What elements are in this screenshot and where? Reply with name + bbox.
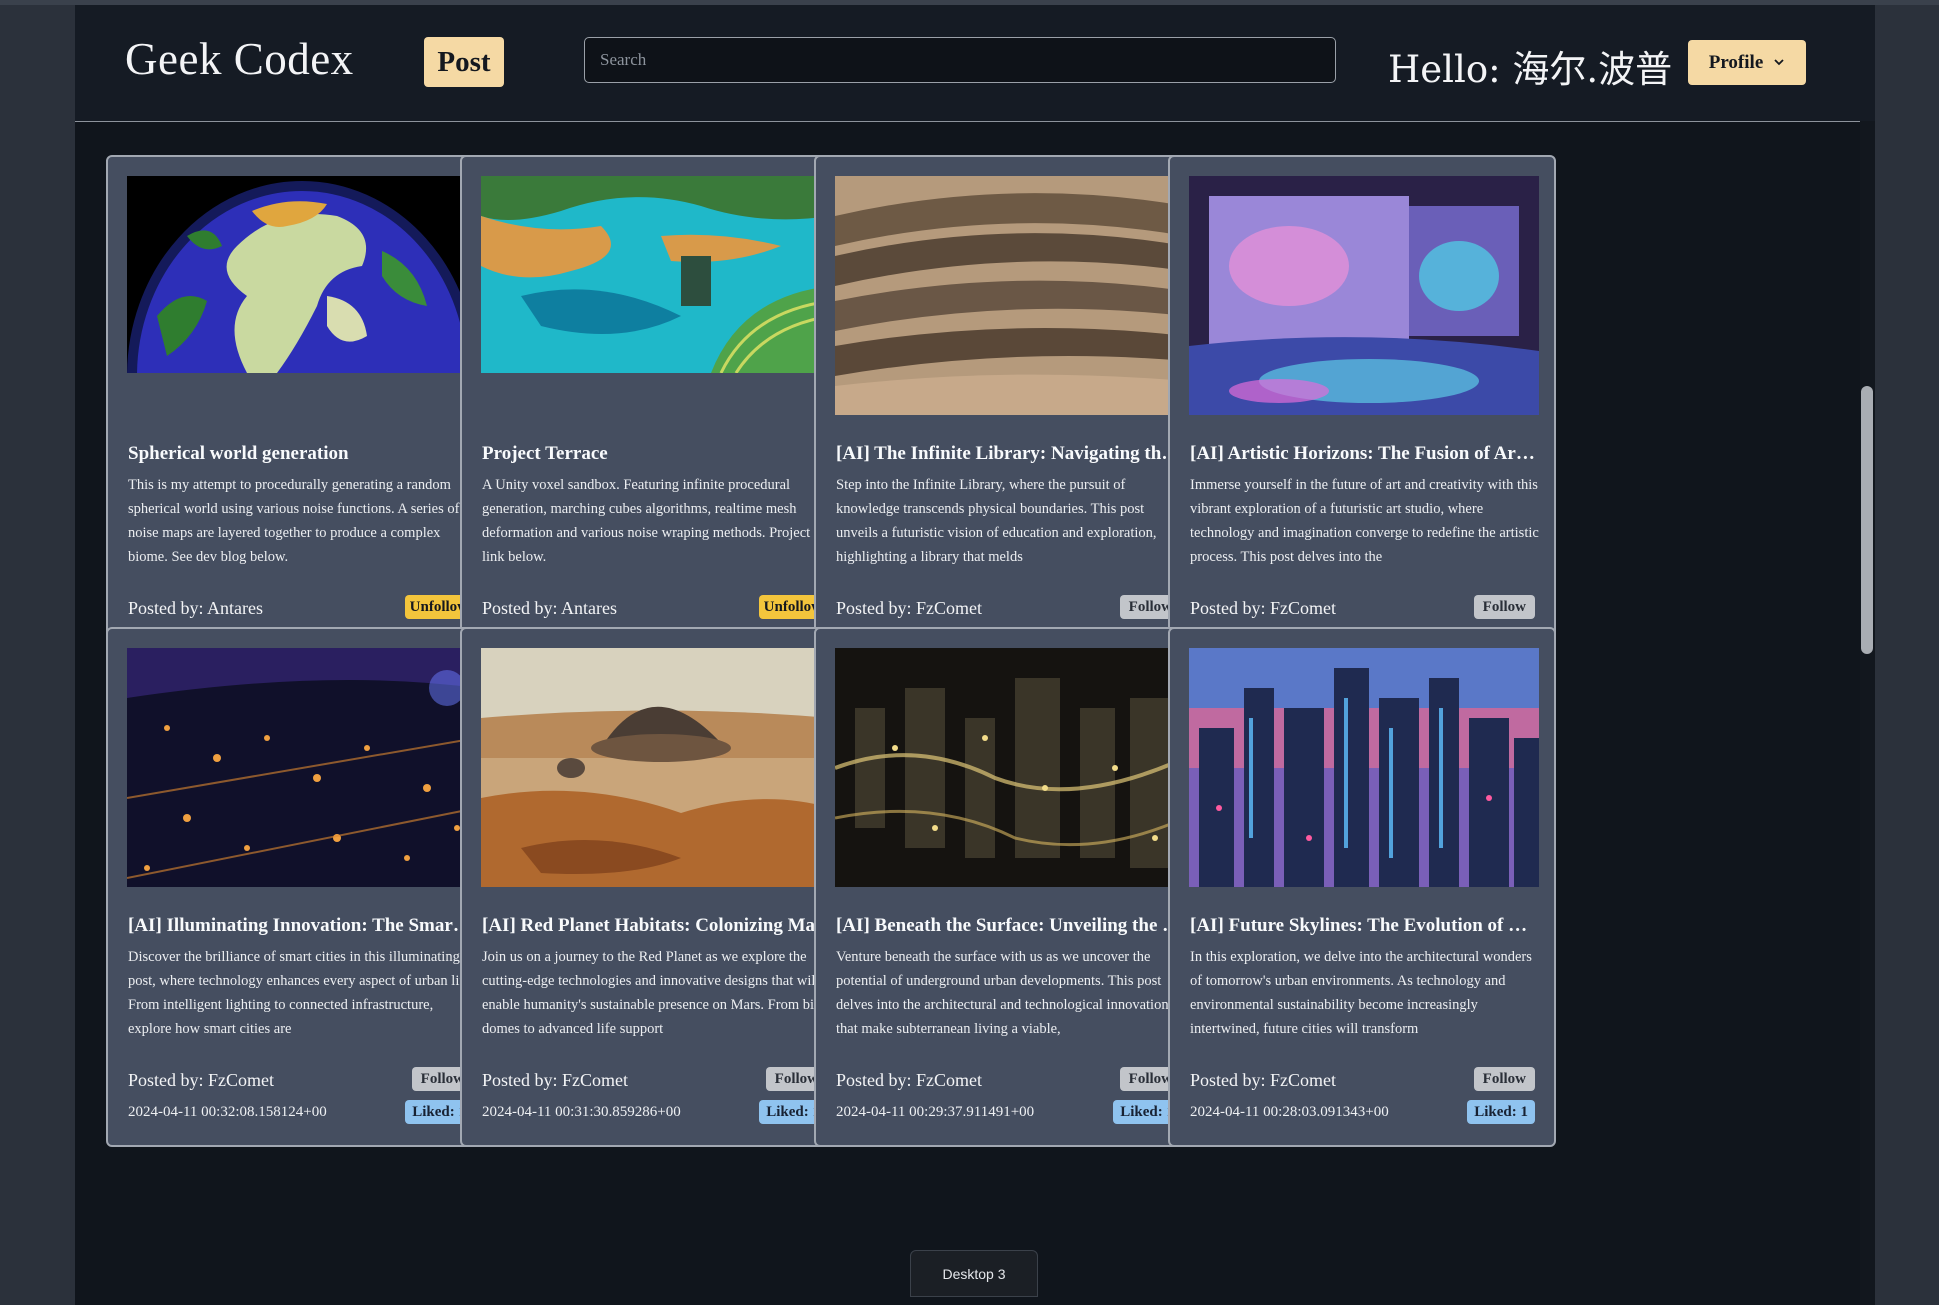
- post-description: Join us on a journey to the Red Planet a…: [482, 949, 827, 1037]
- profile-dropdown-button[interactable]: Profile: [1688, 40, 1806, 85]
- post-card[interactable]: [AI] The Infinite Library: Navigating th…: [814, 155, 1202, 675]
- planet-thumbnail[interactable]: [127, 176, 477, 373]
- post-card[interactable]: Spherical world generation This is my at…: [106, 155, 494, 675]
- underground-city-thumbnail[interactable]: [835, 648, 1185, 887]
- post-title[interactable]: [AI] Beneath the Surface: Unveiling the …: [836, 915, 1186, 937]
- post-description: In this exploration, we delve into the a…: [1190, 949, 1532, 1037]
- mars-dome-thumbnail[interactable]: [481, 648, 831, 887]
- post-timestamp: 2024-04-11 00:31:30.859286+00: [482, 1104, 681, 1120]
- post-card[interactable]: [AI] Beneath the Surface: Unveiling the …: [814, 627, 1202, 1147]
- post-author: Posted by: FzComet: [482, 1070, 629, 1090]
- scrollbar-thumb[interactable]: [1861, 386, 1873, 654]
- post-card[interactable]: [AI] Illuminating Innovation: The Smart …: [106, 627, 494, 1147]
- post-timestamp: 2024-04-11 00:28:03.091343+00: [1190, 1104, 1389, 1120]
- search-input[interactable]: [584, 37, 1336, 83]
- art-studio-thumbnail[interactable]: [1189, 176, 1539, 415]
- like-button[interactable]: Liked: 1: [1467, 1100, 1535, 1124]
- user-greeting: Hello: 海尔.波普: [1388, 48, 1673, 91]
- post-author: Posted by: FzComet: [128, 1070, 275, 1090]
- post-description: This is my attempt to procedurally gener…: [128, 477, 460, 565]
- post-card[interactable]: [AI] Artistic Horizons: The Fusion of Ar…: [1168, 155, 1556, 675]
- navbar: Geek Codex Post Hello: 海尔.波普 Profile: [75, 5, 1875, 122]
- post-description: A Unity voxel sandbox. Featuring infinit…: [482, 477, 811, 565]
- post-author: Posted by: FzComet: [1190, 1070, 1337, 1090]
- post-title[interactable]: [AI] Artistic Horizons: The Fusion of Ar…: [1190, 443, 1540, 465]
- follow-button[interactable]: Follow: [1473, 1067, 1535, 1091]
- post-card[interactable]: [AI] Red Planet Habitats: Colonizing Mar…: [460, 627, 848, 1147]
- browser-viewport: Geek Codex Post Hello: 海尔.波普 Profile Sph…: [75, 5, 1875, 1305]
- post-description: Step into the Infinite Library, where th…: [836, 477, 1157, 565]
- post-author: Posted by: Antares: [128, 598, 263, 618]
- post-author: Posted by: FzComet: [836, 1070, 983, 1090]
- post-title[interactable]: [AI] Red Planet Habitats: Colonizing Mar…: [482, 915, 832, 937]
- post-author: Posted by: Antares: [482, 598, 617, 618]
- profile-button-label: Profile: [1708, 51, 1764, 73]
- post-title[interactable]: [AI] The Infinite Library: Navigating th…: [836, 443, 1186, 465]
- post-description: Venture beneath the surface with us as w…: [836, 949, 1175, 1037]
- post-timestamp: 2024-04-11 00:29:37.911491+00: [836, 1104, 1035, 1120]
- post-button[interactable]: Post: [424, 37, 504, 87]
- desktop-label[interactable]: Desktop 3: [910, 1250, 1038, 1297]
- post-timestamp: 2024-04-11 00:32:08.158124+00: [128, 1104, 327, 1120]
- post-title[interactable]: Spherical world generation: [128, 443, 478, 465]
- post-title[interactable]: [AI] Illuminating Innovation: The Smart …: [128, 915, 478, 937]
- post-author: Posted by: FzComet: [1190, 598, 1337, 618]
- voxel-terrain-thumbnail[interactable]: [481, 176, 831, 373]
- post-card[interactable]: Project Terrace A Unity voxel sandbox. F…: [460, 155, 848, 675]
- chevron-down-icon: [1773, 52, 1785, 74]
- post-title[interactable]: [AI] Future Skylines: The Evolution of U…: [1190, 915, 1540, 937]
- post-card[interactable]: [AI] Future Skylines: The Evolution of U…: [1168, 627, 1556, 1147]
- library-thumbnail[interactable]: [835, 176, 1185, 415]
- post-author: Posted by: FzComet: [836, 598, 983, 618]
- post-title[interactable]: Project Terrace: [482, 443, 832, 465]
- follow-button[interactable]: Follow: [1473, 595, 1535, 619]
- post-description: Discover the brilliance of smart cities …: [128, 949, 475, 1037]
- post-description: Immerse yourself in the future of art an…: [1190, 477, 1539, 565]
- skyline-thumbnail[interactable]: [1189, 648, 1539, 887]
- scrollbar-track[interactable]: [1860, 121, 1875, 1305]
- app-title[interactable]: Geek Codex: [125, 33, 354, 85]
- night-city-thumbnail[interactable]: [127, 648, 477, 887]
